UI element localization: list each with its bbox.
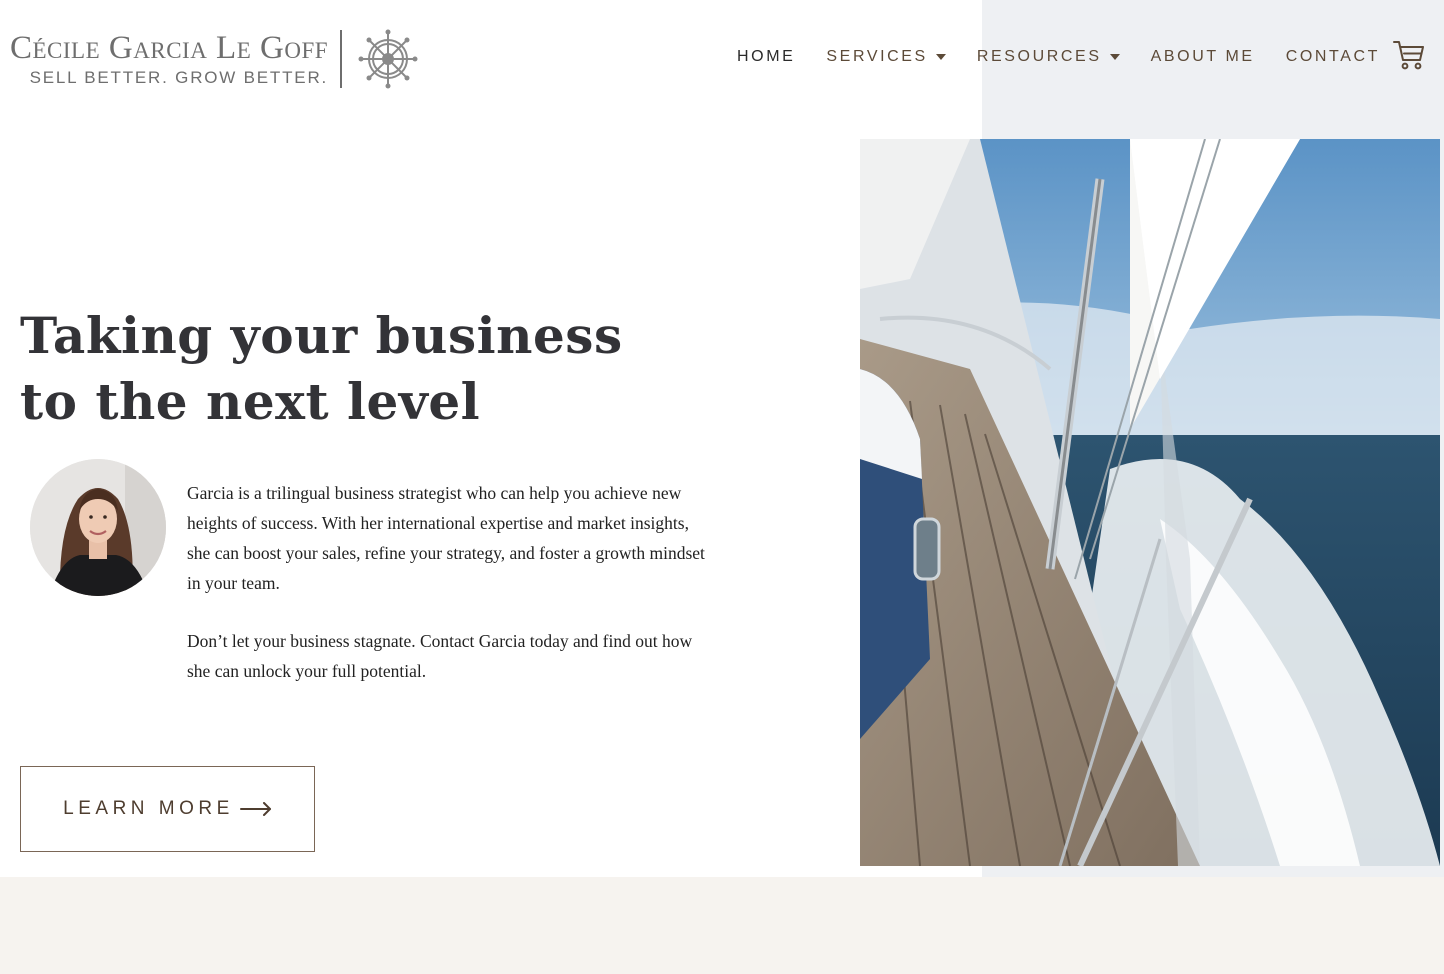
nav-resources-label: RESOURCES <box>976 48 1102 65</box>
hero-intro-text: Garcia is a trilingual business strategi… <box>187 478 707 714</box>
nav-home-label: HOME <box>737 48 796 65</box>
logo-divider <box>340 30 343 88</box>
ship-wheel-icon <box>358 29 418 89</box>
hero-paragraph-2: Don’t let your business stagnate. Contac… <box>187 631 693 681</box>
nav-resources[interactable]: RESOURCES <box>977 48 1120 66</box>
main-navigation: HOME SERVICES RESOURCES ABOUT ME CONTACT <box>737 48 1380 66</box>
avatar <box>30 459 166 596</box>
nav-about-label: ABOUT ME <box>1150 48 1255 65</box>
nav-contact-label: CONTACT <box>1285 48 1381 65</box>
hero-title-line-1: Taking your business <box>20 306 623 365</box>
nav-about-me[interactable]: ABOUT ME <box>1151 48 1255 66</box>
nav-home[interactable]: HOME <box>737 48 795 66</box>
hero-title-line-2: to the next level <box>20 372 481 431</box>
hero-title: Taking your business to the next level <box>20 303 623 435</box>
nav-services[interactable]: SERVICES <box>826 48 946 66</box>
caret-down-icon <box>935 54 946 60</box>
nav-contact[interactable]: CONTACT <box>1286 48 1380 66</box>
caret-down-icon <box>1109 54 1120 60</box>
bottom-section-band <box>0 877 1444 974</box>
sailboat-illustration <box>860 139 1440 866</box>
logo-tagline: SELL BETTER. GROW BETTER. <box>29 67 329 87</box>
nav-services-label: SERVICES <box>826 48 928 65</box>
learn-more-button[interactable]: LEARN MORE <box>20 766 315 852</box>
logo-text: Cécile Garcia Le Goff SELL BETTER. GROW … <box>10 31 328 88</box>
hero-paragraph-1: Garcia is a trilingual business strategi… <box>187 483 705 593</box>
portrait-image <box>30 459 166 596</box>
shopping-cart-icon[interactable] <box>1392 39 1426 71</box>
learn-more-label: LEARN MORE <box>63 798 234 819</box>
sailboat-hero-image <box>860 139 1440 866</box>
logo-brand-name: Cécile Garcia Le Goff <box>10 29 329 66</box>
arrow-right-icon <box>239 802 271 816</box>
site-logo[interactable]: Cécile Garcia Le Goff SELL BETTER. GROW … <box>10 28 418 90</box>
